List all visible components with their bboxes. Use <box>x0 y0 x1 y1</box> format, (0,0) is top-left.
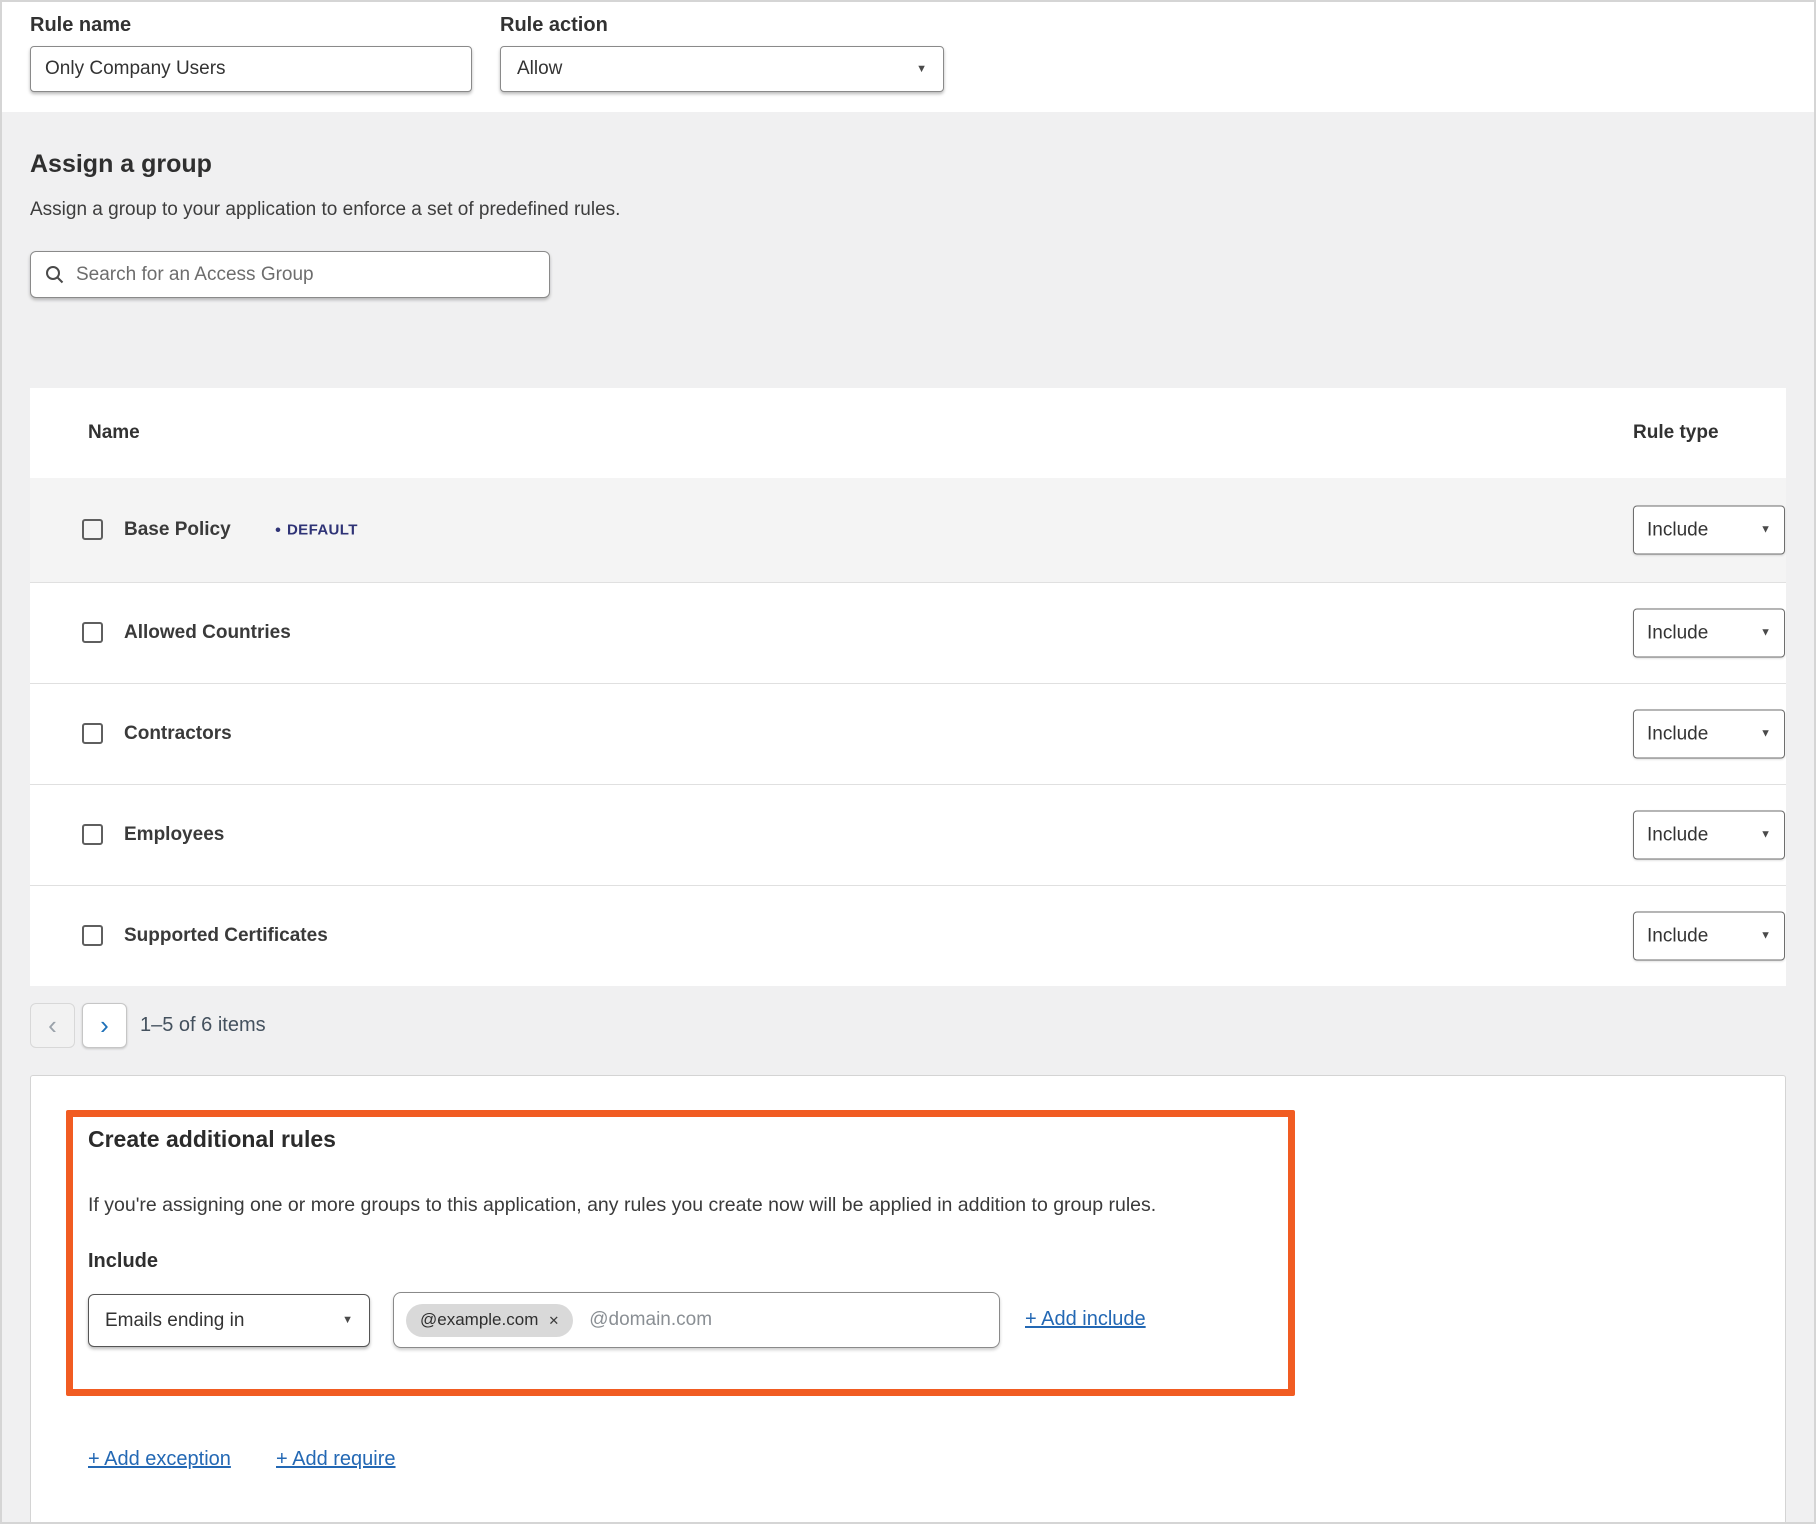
add-require-link[interactable]: + Add require <box>276 1448 396 1471</box>
chevron-down-icon: ▼ <box>1760 525 1771 536</box>
table-row-employees: Employees Include ▼ <box>30 784 1786 885</box>
group-name: Employees <box>124 824 224 846</box>
rule-type-select[interactable]: Include ▼ <box>1633 710 1785 759</box>
group-name: Supported Certificates <box>124 925 328 947</box>
row-checkbox[interactable] <box>82 925 103 946</box>
additional-rules-description: If you're assigning one or more groups t… <box>88 1194 1238 1217</box>
table-row-supported-certificates: Supported Certificates Include ▼ <box>30 885 1786 986</box>
rule-type-select[interactable]: Include ▼ <box>1633 506 1785 555</box>
row-checkbox[interactable] <box>82 519 103 540</box>
rule-type-value: Include <box>1647 723 1708 745</box>
chevron-left-icon: ‹ <box>48 1010 57 1041</box>
include-label: Include <box>88 1250 158 1273</box>
rule-name-label: Rule name <box>30 14 131 37</box>
bullet-icon: • <box>275 522 281 539</box>
search-icon <box>45 265 64 284</box>
domain-input[interactable] <box>589 1309 987 1331</box>
rule-action-select[interactable]: Allow ▼ <box>500 46 944 92</box>
access-rule-page: Rule name Rule action Allow ▼ Assign a g… <box>0 0 1816 1524</box>
rule-type-select[interactable]: Include ▼ <box>1633 912 1785 961</box>
row-checkbox[interactable] <box>82 622 103 643</box>
previous-page-button[interactable]: ‹ <box>30 1003 75 1048</box>
group-name: Allowed Countries <box>124 622 291 644</box>
rule-type-select[interactable]: Include ▼ <box>1633 811 1785 860</box>
default-badge-label: DEFAULT <box>287 522 358 539</box>
chevron-right-icon: › <box>100 1010 109 1041</box>
chevron-down-icon: ▼ <box>1760 628 1771 639</box>
chevron-down-icon: ▼ <box>1760 729 1771 740</box>
access-group-search[interactable] <box>30 251 550 298</box>
default-badge: • DEFAULT <box>275 522 358 539</box>
rule-action-value: Allow <box>517 58 562 80</box>
chevron-down-icon: ▼ <box>1760 830 1771 841</box>
chevron-down-icon: ▼ <box>1760 931 1771 942</box>
table-row-contractors: Contractors Include ▼ <box>30 683 1786 784</box>
table-row-allowed-countries: Allowed Countries Include ▼ <box>30 582 1786 683</box>
rule-type-value: Include <box>1647 824 1708 846</box>
chevron-down-icon: ▼ <box>916 64 927 75</box>
group-name: Base Policy <box>124 519 231 541</box>
rule-action-label: Rule action <box>500 14 608 37</box>
column-header-name: Name <box>88 422 140 444</box>
row-checkbox[interactable] <box>82 723 103 744</box>
pagination-count: 1–5 of 6 items <box>140 1003 266 1048</box>
rule-type-value: Include <box>1647 622 1708 644</box>
rule-selector-value: Emails ending in <box>105 1310 244 1332</box>
rule-selector-select[interactable]: Emails ending in ▼ <box>88 1294 370 1347</box>
add-exception-link[interactable]: + Add exception <box>88 1448 231 1471</box>
access-groups-table: Name Rule type Base Policy • DEFAULT Inc… <box>30 388 1786 986</box>
table-row-base-policy: Base Policy • DEFAULT Include ▼ <box>30 478 1786 582</box>
rule-type-select[interactable]: Include ▼ <box>1633 609 1785 658</box>
assign-group-description: Assign a group to your application to en… <box>30 199 620 221</box>
chevron-down-icon: ▼ <box>342 1315 353 1326</box>
table-header: Name Rule type <box>30 388 1786 478</box>
rule-name-input[interactable] <box>30 46 472 92</box>
column-header-rule-type: Rule type <box>1633 422 1719 444</box>
row-checkbox[interactable] <box>82 824 103 845</box>
email-chip-label: @example.com <box>420 1310 538 1330</box>
assign-group-title: Assign a group <box>30 150 212 179</box>
rule-type-value: Include <box>1647 925 1708 947</box>
rule-header-section: Rule name Rule action Allow ▼ <box>0 0 1816 112</box>
email-domains-input[interactable]: @example.com ✕ <box>393 1292 1000 1348</box>
email-chip: @example.com ✕ <box>406 1304 573 1337</box>
next-page-button[interactable]: › <box>82 1003 127 1048</box>
add-include-link[interactable]: + Add include <box>1025 1308 1146 1331</box>
group-name: Contractors <box>124 723 232 745</box>
rule-type-value: Include <box>1647 519 1708 541</box>
additional-rules-title: Create additional rules <box>88 1126 336 1153</box>
remove-chip-icon[interactable]: ✕ <box>548 1314 559 1327</box>
search-input[interactable] <box>76 264 535 286</box>
